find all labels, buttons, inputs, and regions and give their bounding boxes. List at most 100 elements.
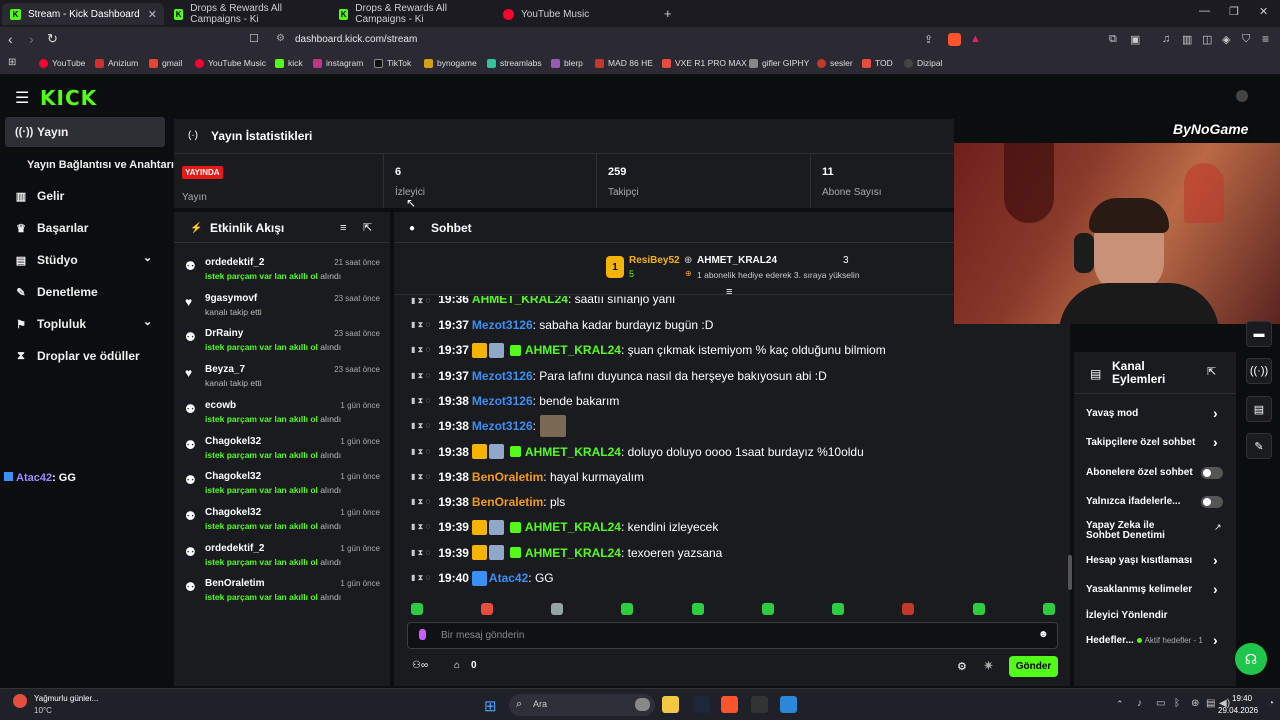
share-icon[interactable]: ⇪ [924,33,933,46]
chat-username[interactable]: AHMET_KRAL24 [525,520,621,534]
sidebar-item-topluluk[interactable]: ⚑ Topluluk ⌄ [5,309,165,339]
bookmark-item[interactable]: gmail [149,58,182,68]
list-item[interactable]: ⚉ DrRainy 23 saat önce istek parçam var lan… [176,325,386,361]
chat-username[interactable]: Atac42 [489,571,528,585]
feed-username[interactable]: Chagokel32 [205,471,261,482]
reload-icon[interactable]: ↻ [47,31,58,47]
bluetooth-icon[interactable]: ᛒ [1174,698,1180,709]
chevron-right-icon[interactable]: › [1213,405,1218,421]
emote-icon[interactable] [621,603,633,615]
external-link-icon[interactable]: ↗ [1214,522,1222,533]
maximize-icon[interactable]: ❐ [1229,5,1239,18]
bookmark-item[interactable]: blerp [551,58,583,68]
settings-badge-icon[interactable]: ✷ [983,658,994,674]
mod-tools-icon[interactable]: ▮ ⧗ ◌ [411,573,430,583]
channel-action-item[interactable]: Yasaklanmış kelimeler [1086,584,1226,595]
mod-tools-icon[interactable]: ▮ ⧗ ◌ [411,548,430,558]
browser-tab[interactable]: YouTube Music [495,3,657,25]
pin-icon[interactable]: ▮ ⧗ ◌ [411,296,430,306]
tray-chevron-icon[interactable]: ⌃ [1116,699,1124,710]
chat-rail-button[interactable]: ▬ [1246,321,1272,347]
list-item[interactable]: ⚉ ecowb 1 gün önce istek parçam var lan akı… [176,397,386,433]
chat-username[interactable]: AHMET_KRAL24 [525,546,621,560]
menu-icon[interactable]: ≡ [1262,32,1269,46]
mod-tools-icon[interactable]: ▮ ⧗ ◌ [411,472,430,482]
bookmark-item[interactable]: MAD 86 HE [595,58,653,68]
feed-username[interactable]: 9gasymovf [205,293,257,304]
bookmark-item[interactable]: streamlabs [487,58,542,68]
collapse-icon[interactable]: ≡ [726,286,732,298]
emoji-icon[interactable]: ☻ [1038,629,1049,640]
sidebar-item-stream-key[interactable]: Yayın Bağlantısı ve Anahtarı [17,150,177,180]
hamburger-icon[interactable]: ☰ [15,88,29,108]
mic-icon[interactable]: ♪ [1137,698,1142,709]
chat-username[interactable]: Mezot3126 [472,419,533,433]
sidebar-icon[interactable]: ▣ [1130,33,1140,46]
chat-username[interactable]: Mezot3126 [472,318,533,332]
site-settings-icon[interactable]: ⚙ [276,33,285,44]
sidebar-item-denetleme[interactable]: ✎ Denetleme [5,277,165,307]
chat-username[interactable]: Mezot3126 [472,394,533,408]
display-icon[interactable]: ▭ [1156,698,1165,709]
chevron-right-icon[interactable]: › [1213,552,1218,568]
panel-icon[interactable]: ▥ [1182,33,1192,46]
avatar[interactable] [1236,90,1248,102]
sidebar-item-droplar[interactable]: ⧗ Droplar ve ödüller [5,341,165,371]
chat-scrollbar[interactable] [1068,555,1072,590]
weather-title[interactable]: Yağmurlu günler... [34,694,98,703]
feed-username[interactable]: ordedektif_2 [205,543,264,554]
channel-action-item[interactable]: Yavaş mod [1086,408,1226,419]
clock-time[interactable]: 19:40 [1232,694,1252,703]
bookmark-item[interactable]: TikTok [374,58,411,68]
channel-action-item[interactable]: Hesap yaşı kısıtlaması [1086,555,1226,566]
list-item[interactable]: ⚉ Chagokel32 1 gün önce istek parçam var la… [176,433,386,469]
chevron-right-icon[interactable]: › [1213,581,1218,597]
close-window-icon[interactable]: ✕ [1259,5,1268,18]
feed-username[interactable]: Beyza_7 [205,364,245,375]
brave-rewards-icon[interactable]: ▲ [970,33,981,45]
clock-date[interactable]: 29.04.2026 [1218,706,1258,715]
extensions-icon[interactable]: ⧉ [1109,33,1117,46]
network-icon[interactable]: ▤ [1206,698,1215,709]
chevron-right-icon[interactable]: › [1213,632,1218,648]
bookmark-item[interactable]: Dizipal [904,58,943,68]
bookmark-item[interactable]: kick [275,58,303,68]
chat-username[interactable]: BenOraletim [472,470,543,484]
apps-icon[interactable]: ⊞ [8,57,16,68]
emote-icon[interactable] [481,603,493,615]
store-icon[interactable] [780,696,797,713]
emote-icon[interactable] [902,603,914,615]
top-gifter-name[interactable]: ResiBey52 [629,255,680,266]
feed-username[interactable]: ordedektif_2 [205,257,264,268]
mod-tools-icon[interactable]: ▮ ⧗ ◌ [411,396,430,406]
feed-username[interactable]: DrRainy [205,328,243,339]
new-tab-icon[interactable]: + [664,6,672,21]
shield-icon[interactable]: ⛉ [1242,33,1250,46]
list-item[interactable]: ⚉ Chagokel32 1 gün önce istek parçam var la… [176,468,386,504]
emote-icon[interactable] [551,603,563,615]
steam-icon[interactable] [693,696,710,713]
chat-username[interactable]: Mezot3126 [472,369,533,383]
browser-tab[interactable]: K Drops & Rewards All Campaigns - Ki [331,3,493,25]
mod-tools-icon[interactable]: ▮ ⧗ ◌ [411,497,430,507]
popout-icon[interactable]: ⇱ [363,221,372,234]
feed-username[interactable]: ecowb [205,400,236,411]
send-button[interactable]: Gönder [1009,656,1058,677]
channel-action-item[interactable]: Hedefler... Aktif hedefler - 1 [1086,635,1226,646]
feed-username[interactable]: Chagokel32 [205,507,261,518]
bookmark-icon[interactable]: ☐ [249,32,259,45]
wallet-icon[interactable]: ◫ [1202,33,1212,46]
forward-icon[interactable]: › [29,31,34,47]
mod-tools-icon[interactable]: ▮ ⧗ ◌ [411,320,430,330]
sidebar-item-basarilar[interactable]: ♛ Başarılar [5,213,165,243]
mod-tools-icon[interactable]: ▮ ⧗ ◌ [411,421,430,431]
bookmark-item[interactable]: Anizium [95,58,138,68]
browser-tab[interactable]: K Drops & Rewards All Campaigns - Ki [166,3,328,25]
minimize-icon[interactable]: — [1199,5,1210,17]
feed-username[interactable]: Chagokel32 [205,436,261,447]
popout-icon[interactable]: ⇱ [1207,365,1216,378]
windows-start-icon[interactable]: ⊞ [484,697,497,715]
store-icon[interactable]: ⌂ [454,660,460,671]
sidebar-item-gelir[interactable]: ▥ Gelir [5,181,165,211]
notification-icon[interactable]: ◔ [1268,698,1274,709]
